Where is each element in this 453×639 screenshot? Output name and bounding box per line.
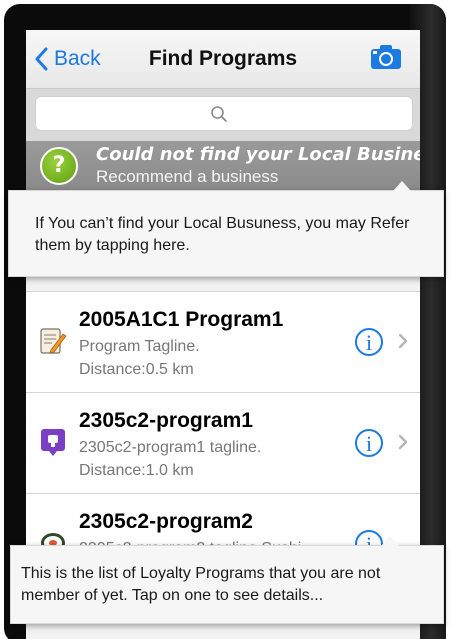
tooltip-arrow: [393, 181, 411, 191]
search-icon: [210, 105, 228, 128]
search-input[interactable]: [35, 96, 413, 131]
program-title: 2005A1C1 Program1: [79, 308, 284, 331]
program-tagline: Program Tagline.: [79, 338, 200, 355]
recommend-business-banner[interactable]: ? Could not find your Local Business? Re…: [26, 141, 420, 193]
recommend-subtitle: Recommend a business: [96, 167, 279, 186]
notepad-pencil-icon: [39, 326, 67, 356]
tooltip-text: This is the list of Loyalty Programs tha…: [21, 565, 381, 604]
camera-button[interactable]: [370, 44, 402, 75]
camera-icon: [370, 45, 402, 74]
navigation-bar: Back Find Programs: [26, 30, 420, 89]
search-bar: [26, 89, 420, 141]
program-list-tooltip: This is the list of Loyalty Programs tha…: [10, 536, 444, 624]
purple-badge-icon: [39, 427, 67, 457]
question-icon: ?: [40, 147, 78, 185]
recommend-title: Could not find your Local Business?: [96, 144, 420, 165]
chevron-right-icon: [398, 333, 408, 354]
program-distance: Distance:1.0 km: [79, 462, 194, 479]
recommend-tooltip: If You can’t find your Local Busuness, y…: [8, 181, 444, 277]
page-title: Find Programs: [148, 47, 298, 70]
page: Back Find Programs ? Could not find your…: [0, 0, 453, 639]
program-title: 2305c2-program1: [79, 409, 253, 432]
tooltip-text: If You can’t find your Local Busuness, y…: [35, 215, 410, 254]
info-button[interactable]: i: [355, 429, 383, 457]
list-item[interactable]: 2005A1C1 Program1 Program Tagline. Dista…: [26, 291, 420, 392]
program-title: 2305c2-program2: [79, 510, 253, 533]
tooltip-arrow: [381, 536, 399, 546]
program-tagline: 2305c2-program1 tagline.: [79, 439, 262, 456]
info-icon: i: [365, 431, 373, 456]
info-button[interactable]: i: [355, 328, 383, 356]
chevron-right-icon: [398, 434, 408, 455]
info-icon: i: [365, 330, 373, 355]
program-distance: Distance:0.5 km: [79, 361, 194, 378]
list-item[interactable]: 2305c2-program1 2305c2-program1 tagline.…: [26, 392, 420, 493]
